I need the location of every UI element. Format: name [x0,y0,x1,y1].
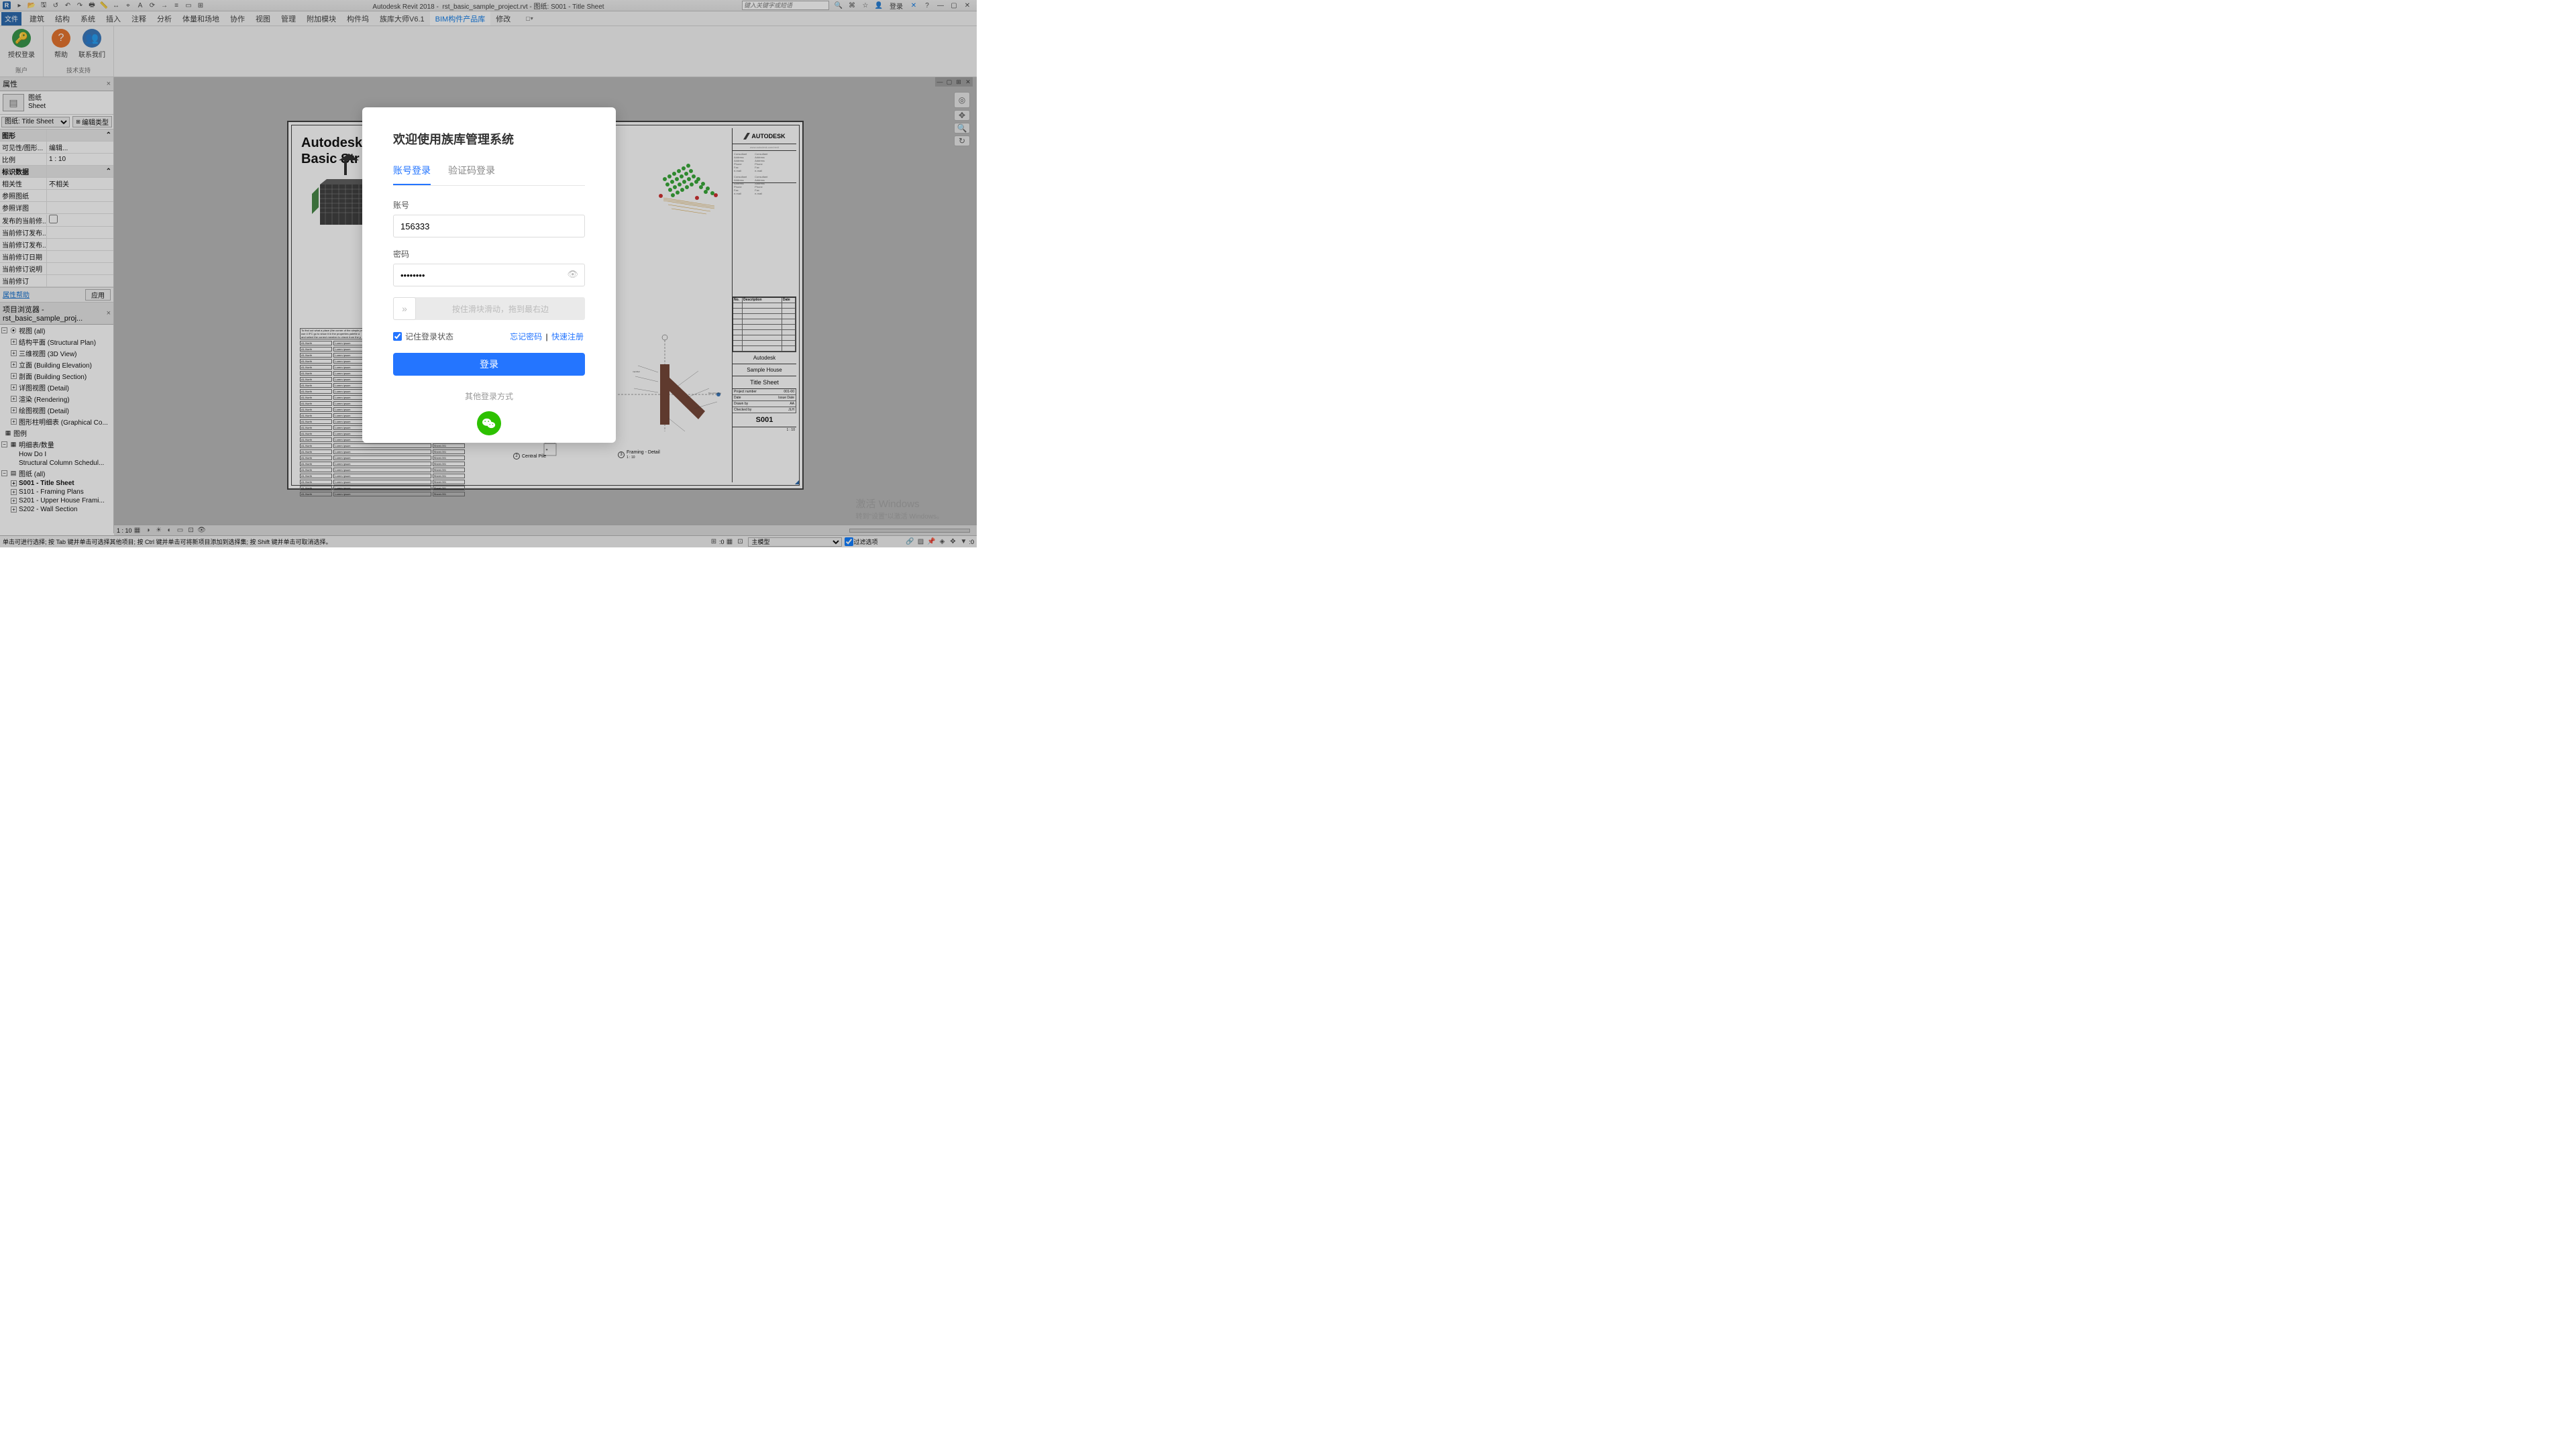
tab-account-login[interactable]: 账号登录 [393,164,431,185]
remember-me-label[interactable]: 记住登录状态 [393,331,453,342]
password-input[interactable] [393,264,585,286]
wechat-icon [482,417,496,429]
eye-icon[interactable]: 👁 [567,269,578,280]
password-label: 密码 [393,248,585,260]
slider-handle[interactable]: » [393,297,416,320]
register-link[interactable]: 快速注册 [551,332,584,341]
login-button[interactable]: 登录 [393,353,585,376]
captcha-slider[interactable]: » 按住滑块滑动，拖到最右边 [393,297,585,320]
login-tabs: 账号登录 验证码登录 [393,164,585,186]
tab-sms-login[interactable]: 验证码登录 [448,164,495,185]
login-dialog: 欢迎使用族库管理系统 账号登录 验证码登录 账号 密码 👁 » 按住滑块滑动，拖… [362,107,616,443]
dialog-title: 欢迎使用族库管理系统 [393,130,585,148]
forgot-password-link[interactable]: 忘记密码 [510,332,542,341]
account-input[interactable] [393,215,585,237]
other-login-label: 其他登录方式 [393,390,585,402]
remember-me-checkbox[interactable] [393,332,402,341]
account-label: 账号 [393,199,585,211]
wechat-login-button[interactable] [477,411,501,435]
slider-hint: 按住滑块滑动，拖到最右边 [416,303,585,315]
